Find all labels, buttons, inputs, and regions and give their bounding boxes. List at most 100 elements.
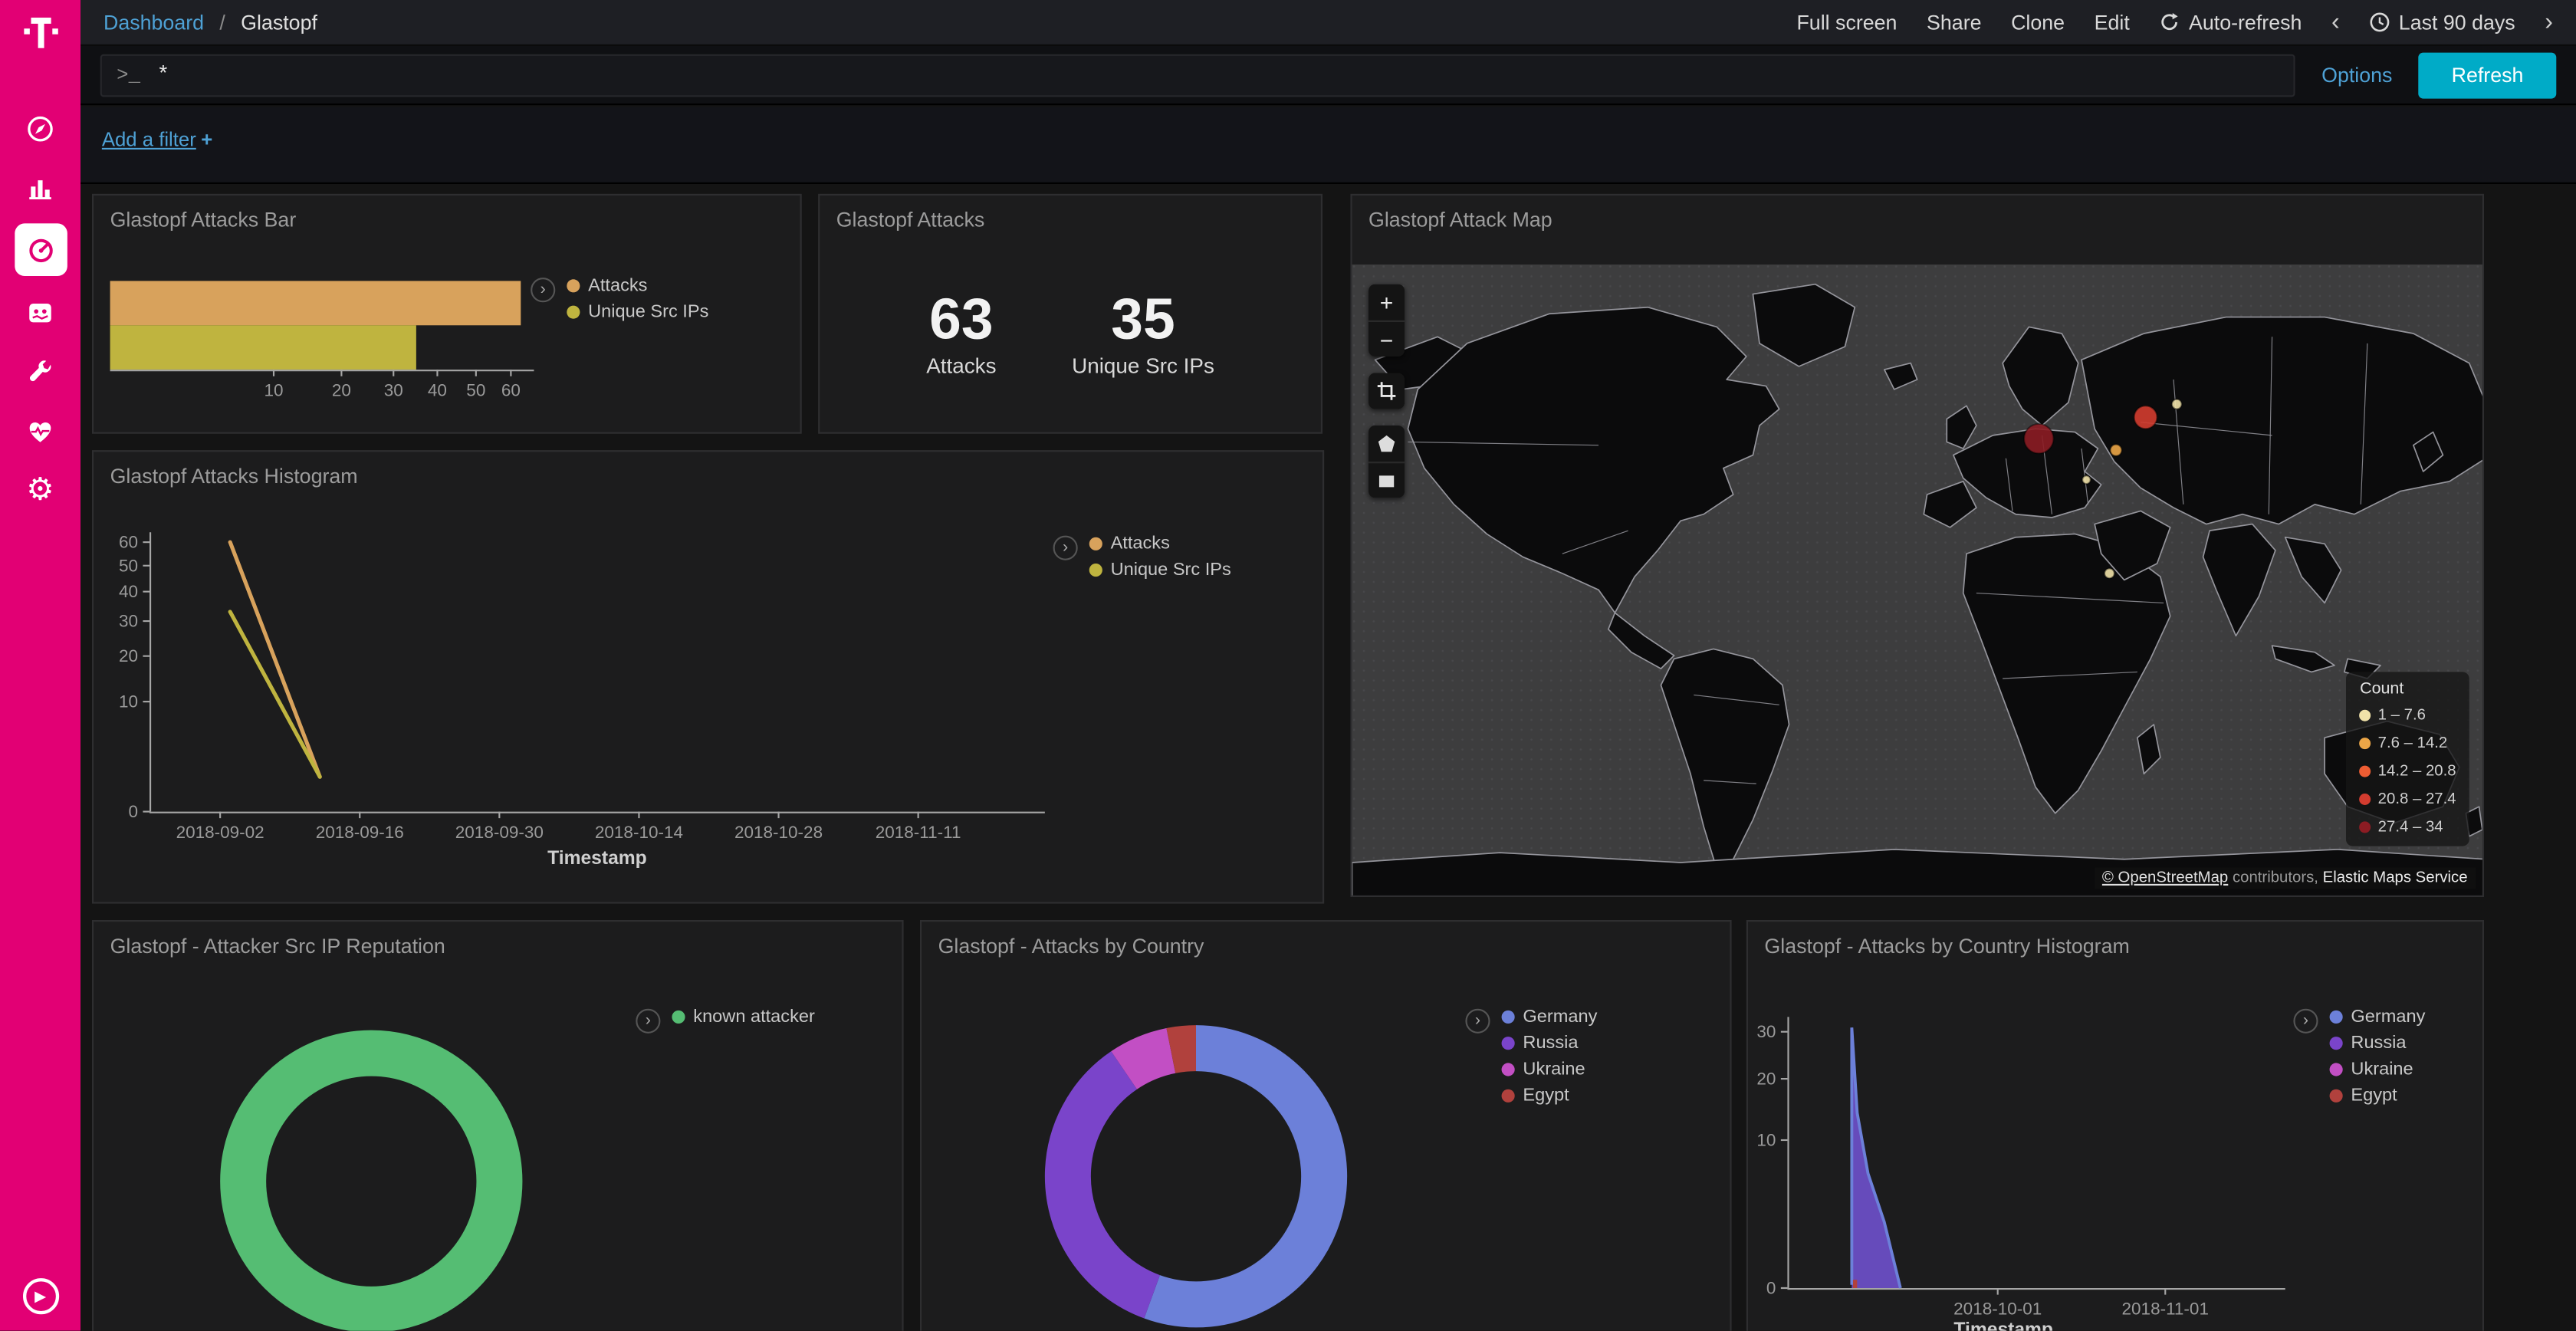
sidebar-item-timelion[interactable] <box>12 289 68 335</box>
svg-text:40: 40 <box>119 582 138 601</box>
panel-attacks-metric: Glastopf Attacks 63 Attacks 35 Unique Sr… <box>818 194 1322 434</box>
legend-toggle-icon[interactable]: › <box>636 1009 660 1034</box>
time-picker-button[interactable]: Last 90 days <box>2369 11 2515 34</box>
sidebar-collapse-button[interactable]: ▶ <box>22 1278 58 1314</box>
world-map[interactable]: + − <box>1352 265 2482 896</box>
legend-item[interactable]: Ukraine <box>2330 1060 2426 1080</box>
legend-color-dot <box>2330 1011 2343 1024</box>
clock-icon <box>2369 12 2390 33</box>
legend-label: 7.6 – 14.2 <box>2378 735 2448 753</box>
legend-item[interactable]: Egypt <box>2330 1086 2426 1106</box>
sidebar-nav: ⚙ <box>0 105 80 512</box>
panel-title: Glastopf Attacks <box>836 209 985 232</box>
map-legend-title: Count <box>2360 680 2456 698</box>
filter-bar: Add a filter+ <box>80 107 2576 184</box>
legend-item[interactable]: Russia <box>1502 1034 1598 1053</box>
openstreetmap-link[interactable]: © OpenStreetMap <box>2102 869 2228 888</box>
attacks-by-country-histogram-chart[interactable]: 01020302018-10-012018-11-01Timestamp <box>1748 922 2482 1331</box>
sidebar-item-dev-tools[interactable] <box>12 348 68 394</box>
legend-color-dot <box>672 1011 685 1024</box>
legend-item[interactable]: Unique Src IPs <box>567 302 708 322</box>
sidebar-item-management[interactable]: ⚙ <box>12 467 68 513</box>
time-back-button[interactable]: ‹ <box>2331 10 2340 35</box>
legend-item[interactable]: Russia <box>2330 1034 2426 1053</box>
panel-title: Glastopf - Attacks by Country Histogram <box>1764 935 2129 958</box>
sidebar-item-monitoring[interactable] <box>12 407 68 453</box>
sidebar-item-dashboard[interactable] <box>14 223 67 276</box>
rectangle-tool-button[interactable] <box>1368 462 1405 498</box>
legend-item[interactable]: 14.2 – 20.8 <box>2360 762 2456 781</box>
sidebar-item-visualize[interactable] <box>12 164 68 210</box>
time-forward-button[interactable]: › <box>2545 10 2553 35</box>
legend-items: Attacks Unique Src IPs <box>567 276 708 322</box>
legend-item[interactable]: Unique Src IPs <box>1089 560 1231 580</box>
svg-text:2018-09-16: 2018-09-16 <box>316 823 404 842</box>
legend-item[interactable]: Attacks <box>567 276 708 296</box>
share-button[interactable]: Share <box>1927 11 1981 34</box>
legend-toggle-icon[interactable]: › <box>2293 1009 2318 1034</box>
legend-item[interactable]: Ukraine <box>1502 1060 1598 1080</box>
svg-text:2018-09-30: 2018-09-30 <box>455 823 544 842</box>
legend-item[interactable]: known attacker <box>672 1007 814 1027</box>
legend-toggle-icon[interactable]: › <box>1465 1009 1490 1034</box>
svg-text:10: 10 <box>119 692 138 712</box>
svg-text:30: 30 <box>1756 1022 1776 1041</box>
search-input[interactable]: >_ * <box>100 54 2295 97</box>
svg-text:60: 60 <box>501 380 521 399</box>
legend-item[interactable]: Egypt <box>1502 1086 1598 1106</box>
panel-ip-reputation: Glastopf - Attacker Src IP Reputation › … <box>92 920 904 1331</box>
legend-item[interactable]: Germany <box>1502 1007 1598 1027</box>
svg-text:20: 20 <box>332 380 351 399</box>
legend-label: Ukraine <box>1523 1060 1585 1080</box>
legend-label: Ukraine <box>2351 1060 2413 1080</box>
legend-color-dot <box>2360 821 2371 833</box>
edit-button[interactable]: Edit <box>2095 11 2130 34</box>
elastic-maps-service-link[interactable]: Elastic Maps Service <box>2323 869 2468 888</box>
legend-toggle-icon[interactable]: › <box>531 278 555 302</box>
attacks-by-country-donut-chart[interactable] <box>922 922 1730 1331</box>
chart-legend: › Germany Russia Ukraine Egypt <box>1465 1007 1597 1106</box>
crop-tool-button[interactable] <box>1368 373 1405 409</box>
sidebar-item-discover[interactable] <box>12 105 68 151</box>
legend-item[interactable]: 20.8 – 27.4 <box>2360 790 2456 809</box>
clone-button[interactable]: Clone <box>2011 11 2065 34</box>
add-filter-label: Add a filter <box>102 128 196 151</box>
crop-icon <box>1377 381 1397 401</box>
full-screen-button[interactable]: Full screen <box>1796 11 1897 34</box>
svg-text:50: 50 <box>466 380 485 399</box>
options-link[interactable]: Options <box>2321 64 2392 87</box>
legend-item[interactable]: 7.6 – 14.2 <box>2360 735 2456 753</box>
add-filter-link[interactable]: Add a filter+ <box>102 128 212 151</box>
attack-map-chart[interactable] <box>1352 265 2482 896</box>
legend-label: Russia <box>2351 1034 2406 1053</box>
zoom-out-button[interactable]: − <box>1368 320 1405 357</box>
breadcrumb-separator: / <box>219 11 225 34</box>
legend-items: 1 – 7.6 7.6 – 14.2 14.2 – 20.8 20.8 – 27.4 2… <box>2360 703 2456 836</box>
map-controls: + − <box>1368 284 1405 498</box>
legend-item[interactable]: Germany <box>2330 1007 2426 1027</box>
breadcrumb-dashboard-link[interactable]: Dashboard <box>104 11 204 34</box>
zoom-in-button[interactable]: + <box>1368 284 1405 320</box>
kibana-glastopf-dashboard: ⚙ ▶ Dashboard / Glastopf Full screen Sha… <box>0 0 2576 1331</box>
svg-text:20: 20 <box>1756 1070 1776 1089</box>
polygon-tool-button[interactable] <box>1368 426 1405 462</box>
auto-refresh-button[interactable]: Auto-refresh <box>2159 11 2302 34</box>
t-mobile-logo[interactable] <box>0 0 80 53</box>
legend-toggle-icon[interactable]: › <box>1053 536 1078 560</box>
legend-label: Germany <box>2351 1007 2425 1027</box>
legend-item[interactable]: 27.4 – 34 <box>2360 818 2456 836</box>
legend-label: 20.8 – 27.4 <box>2378 790 2456 809</box>
svg-text:2018-11-01: 2018-11-01 <box>2122 1299 2209 1318</box>
refresh-button[interactable]: Refresh <box>2419 52 2557 98</box>
metric-label: Attacks <box>926 353 996 378</box>
gear-icon: ⚙ <box>26 474 54 505</box>
attacks-histogram-chart[interactable]: 01020304050602018-09-022018-09-162018-09… <box>94 452 1322 902</box>
svg-text:0: 0 <box>1766 1278 1776 1297</box>
legend-color-dot <box>567 306 580 319</box>
legend-item[interactable]: Attacks <box>1089 534 1231 554</box>
ip-reputation-donut-chart[interactable] <box>94 922 902 1331</box>
legend-color-dot <box>2360 738 2371 749</box>
legend-item[interactable]: 1 – 7.6 <box>2360 706 2456 725</box>
panel-title: Glastopf - Attacker Src IP Reputation <box>110 935 445 958</box>
svg-text:0: 0 <box>128 802 138 821</box>
